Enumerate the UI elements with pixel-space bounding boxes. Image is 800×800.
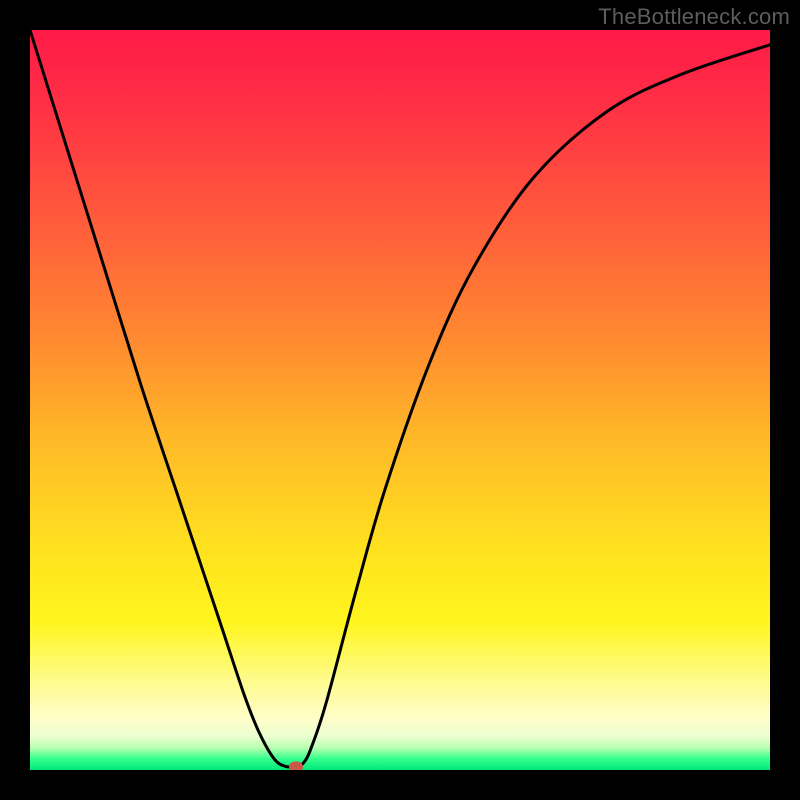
watermark-text: TheBottleneck.com (598, 4, 790, 30)
marker-dot (289, 762, 303, 770)
chart-frame: TheBottleneck.com (0, 0, 800, 800)
curve-svg (30, 30, 770, 770)
bottleneck-curve (30, 30, 770, 767)
plot-area (30, 30, 770, 770)
